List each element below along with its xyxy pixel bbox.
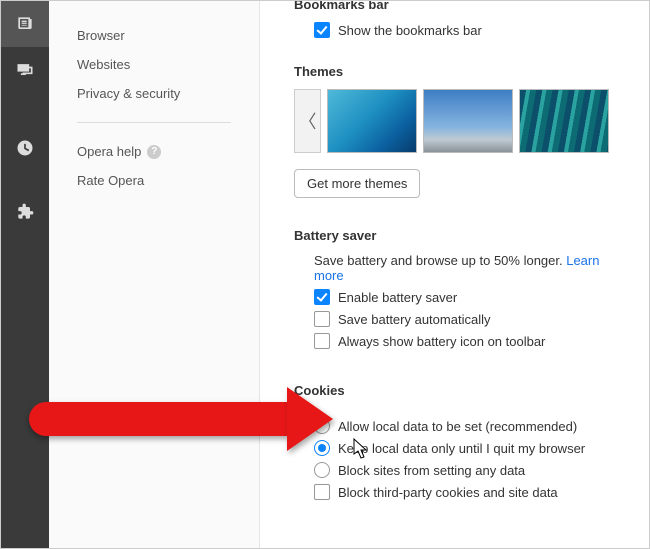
- bookmarks-bar-label: Show the bookmarks bar: [338, 23, 482, 38]
- rail-history-icon[interactable]: [1, 125, 49, 171]
- themes-carousel: 〈: [294, 89, 627, 153]
- save-battery-auto-toggle[interactable]: Save battery automatically: [314, 311, 627, 327]
- sidebar-item-rate[interactable]: Rate Opera: [77, 166, 259, 195]
- sidebar-help-label: Opera help: [77, 144, 141, 159]
- cookies-option-until-quit[interactable]: Keep local data only until I quit my bro…: [314, 440, 627, 456]
- checkbox-icon: [314, 289, 330, 305]
- radio-icon: [314, 462, 330, 478]
- block-third-party-toggle[interactable]: Block third-party cookies and site data: [314, 484, 627, 500]
- cookies-option-label: Keep local data only until I quit my bro…: [338, 441, 585, 456]
- checkbox-icon: [314, 311, 330, 327]
- settings-content: Bookmarks bar Show the bookmarks bar The…: [260, 1, 649, 548]
- block-third-party-label: Block third-party cookies and site data: [338, 485, 558, 500]
- section-cookies-title: Cookies: [294, 383, 627, 398]
- cookies-option-label: Block sites from setting any data: [338, 463, 525, 478]
- save-battery-auto-label: Save battery automatically: [338, 312, 490, 327]
- section-battery-title: Battery saver: [294, 228, 627, 243]
- section-themes-title: Themes: [294, 64, 627, 79]
- sidebar-divider: [77, 122, 231, 123]
- sidebar-item-websites[interactable]: Websites: [77, 50, 259, 79]
- checkbox-icon: [314, 484, 330, 500]
- bookmarks-bar-toggle[interactable]: Show the bookmarks bar: [314, 22, 627, 38]
- get-more-themes-button[interactable]: Get more themes: [294, 169, 420, 198]
- battery-icon-toolbar-toggle[interactable]: Always show battery icon on toolbar: [314, 333, 627, 349]
- checkbox-icon: [314, 22, 330, 38]
- cookies-option-block[interactable]: Block sites from setting any data: [314, 462, 627, 478]
- settings-sidebar: Browser Websites Privacy & security Oper…: [49, 1, 260, 548]
- battery-icon-toolbar-label: Always show battery icon on toolbar: [338, 334, 545, 349]
- sidebar-item-help[interactable]: Opera help ?: [77, 137, 259, 166]
- enable-battery-label: Enable battery saver: [338, 290, 457, 305]
- battery-desc: Save battery and browse up to 50% longer…: [314, 253, 627, 283]
- theme-thumbnail[interactable]: [519, 89, 609, 153]
- radio-icon: [314, 418, 330, 434]
- themes-prev-button[interactable]: 〈: [294, 89, 321, 153]
- sidebar-item-browser[interactable]: Browser: [77, 21, 259, 50]
- cookies-option-allow[interactable]: Allow local data to be set (recommended): [314, 418, 627, 434]
- help-icon: ?: [147, 145, 161, 159]
- chevron-left-icon: 〈: [299, 108, 317, 134]
- theme-thumbnail[interactable]: [423, 89, 513, 153]
- checkbox-icon: [314, 333, 330, 349]
- cookies-option-label: Allow local data to be set (recommended): [338, 419, 577, 434]
- rail-extensions-icon[interactable]: [1, 189, 49, 235]
- rail-news-icon[interactable]: [1, 1, 49, 47]
- theme-thumbnail[interactable]: [327, 89, 417, 153]
- sidebar-item-privacy[interactable]: Privacy & security: [77, 79, 259, 108]
- radio-icon: [314, 440, 330, 456]
- section-bookmarks-title: Bookmarks bar: [294, 1, 627, 12]
- enable-battery-saver-toggle[interactable]: Enable battery saver: [314, 289, 627, 305]
- rail-monitor-icon[interactable]: [1, 47, 49, 93]
- activity-rail: [1, 1, 49, 548]
